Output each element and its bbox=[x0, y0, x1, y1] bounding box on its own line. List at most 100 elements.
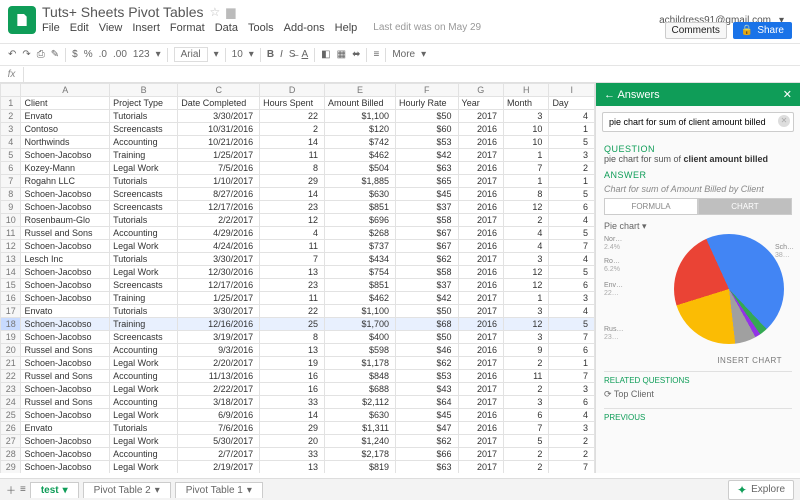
cell[interactable]: Schoen-Jacobso bbox=[21, 357, 110, 370]
cell[interactable]: $63 bbox=[396, 162, 459, 175]
cell[interactable]: 6 bbox=[503, 409, 548, 422]
share-button[interactable]: 🔒Share bbox=[733, 22, 792, 39]
percent-icon[interactable]: % bbox=[84, 49, 93, 60]
undo-icon[interactable]: ↶ bbox=[8, 49, 16, 60]
cell[interactable]: $64 bbox=[396, 396, 459, 409]
cell[interactable]: 1/10/2017 bbox=[178, 175, 260, 188]
cell[interactable]: 7 bbox=[260, 253, 325, 266]
cell[interactable]: 3/30/2017 bbox=[178, 305, 260, 318]
table-row[interactable]: 17EnvatoTutorials3/30/201722$1,100$50201… bbox=[1, 305, 595, 318]
row-header[interactable]: 17 bbox=[1, 305, 21, 318]
cell[interactable]: $1,100 bbox=[324, 110, 395, 123]
row-header[interactable]: 16 bbox=[1, 292, 21, 305]
table-row[interactable]: 11Russel and SonsAccounting4/29/20164$26… bbox=[1, 227, 595, 240]
cell[interactable]: Accounting bbox=[110, 344, 178, 357]
row-header[interactable]: 5 bbox=[1, 149, 21, 162]
cell[interactable]: $1,885 bbox=[324, 175, 395, 188]
cell[interactable]: $2,112 bbox=[324, 396, 395, 409]
cell[interactable]: Schoen-Jacobso bbox=[21, 188, 110, 201]
cell[interactable]: $58 bbox=[396, 266, 459, 279]
cell[interactable]: 12/30/2016 bbox=[178, 266, 260, 279]
cell[interactable]: Tutorials bbox=[110, 253, 178, 266]
cell[interactable]: Schoen-Jacobso bbox=[21, 448, 110, 461]
cell[interactable]: 2017 bbox=[458, 110, 503, 123]
cell[interactable]: 29 bbox=[260, 422, 325, 435]
row-header[interactable]: 3 bbox=[1, 123, 21, 136]
cell[interactable]: $630 bbox=[324, 409, 395, 422]
spreadsheet-grid[interactable]: ABCDEFGHI 1ClientProject TypeDate Comple… bbox=[0, 83, 595, 473]
row-header[interactable]: 10 bbox=[1, 214, 21, 227]
formula-bar[interactable] bbox=[24, 66, 800, 82]
cell[interactable]: $742 bbox=[324, 136, 395, 149]
cell[interactable]: Accounting bbox=[110, 227, 178, 240]
row-header[interactable]: 12 bbox=[1, 240, 21, 253]
table-row[interactable]: 21Schoen-JacobsoLegal Work2/20/201719$1,… bbox=[1, 357, 595, 370]
cell[interactable]: 2 bbox=[260, 123, 325, 136]
cell[interactable]: 2 bbox=[503, 383, 548, 396]
cell[interactable]: 5/30/2017 bbox=[178, 435, 260, 448]
cell[interactable]: Kozey-Mann bbox=[21, 162, 110, 175]
fill-icon[interactable]: ◧ bbox=[321, 49, 330, 60]
row-header[interactable]: 7 bbox=[1, 175, 21, 188]
cell[interactable]: 13 bbox=[260, 344, 325, 357]
cell[interactable]: 16 bbox=[260, 370, 325, 383]
cell[interactable]: 7 bbox=[549, 370, 595, 383]
cell[interactable]: Northwinds bbox=[21, 136, 110, 149]
cell[interactable]: $120 bbox=[324, 123, 395, 136]
menu-file[interactable]: File bbox=[42, 22, 60, 34]
decimal-inc-icon[interactable]: .00 bbox=[113, 49, 127, 60]
table-row[interactable]: 18Schoen-JacobsoTraining12/16/201625$1,7… bbox=[1, 318, 595, 331]
cell[interactable]: Envato bbox=[21, 305, 110, 318]
cell[interactable]: $737 bbox=[324, 240, 395, 253]
cell[interactable]: 4/24/2016 bbox=[178, 240, 260, 253]
cell[interactable]: $2,178 bbox=[324, 448, 395, 461]
cell[interactable]: 5 bbox=[549, 136, 595, 149]
cell[interactable]: 2017 bbox=[458, 305, 503, 318]
cell[interactable]: 3 bbox=[503, 305, 548, 318]
cell[interactable]: 2 bbox=[549, 435, 595, 448]
cell[interactable]: 1 bbox=[503, 292, 548, 305]
cell[interactable]: 1/25/2017 bbox=[178, 149, 260, 162]
cell[interactable]: $45 bbox=[396, 188, 459, 201]
cell[interactable]: Training bbox=[110, 292, 178, 305]
cell[interactable]: Envato bbox=[21, 110, 110, 123]
cell[interactable]: 2017 bbox=[458, 175, 503, 188]
table-row[interactable]: 13Lesch IncTutorials3/30/20177$434$62201… bbox=[1, 253, 595, 266]
cell[interactable]: 1 bbox=[549, 357, 595, 370]
cell[interactable]: Schoen-Jacobso bbox=[21, 149, 110, 162]
col-header[interactable]: A bbox=[21, 84, 110, 97]
cell[interactable]: 2017 bbox=[458, 331, 503, 344]
menu-edit[interactable]: Edit bbox=[70, 22, 89, 34]
cell[interactable]: Tutorials bbox=[110, 422, 178, 435]
decimal-dec-icon[interactable]: .0 bbox=[99, 49, 107, 60]
doc-title[interactable]: Tuts+ Sheets Pivot Tables bbox=[42, 4, 203, 20]
cell[interactable]: 2017 bbox=[458, 461, 503, 474]
cell[interactable]: 11 bbox=[260, 292, 325, 305]
cell[interactable]: $462 bbox=[324, 292, 395, 305]
cell[interactable]: Legal Work bbox=[110, 240, 178, 253]
cell[interactable]: Training bbox=[110, 318, 178, 331]
cell[interactable]: $696 bbox=[324, 214, 395, 227]
cell[interactable]: 6 bbox=[549, 279, 595, 292]
cell[interactable]: 1 bbox=[503, 175, 548, 188]
cell[interactable]: Screencasts bbox=[110, 123, 178, 136]
cell[interactable]: $65 bbox=[396, 175, 459, 188]
cell[interactable]: 2016 bbox=[458, 422, 503, 435]
table-row[interactable]: 20Russel and SonsAccounting9/3/201613$59… bbox=[1, 344, 595, 357]
cell[interactable]: $1,700 bbox=[324, 318, 395, 331]
cell[interactable]: $848 bbox=[324, 370, 395, 383]
col-header[interactable]: E bbox=[324, 84, 395, 97]
cell[interactable]: 3/30/2017 bbox=[178, 110, 260, 123]
cell[interactable]: Project Type bbox=[110, 97, 178, 110]
row-header[interactable]: 24 bbox=[1, 396, 21, 409]
cell[interactable]: Screencasts bbox=[110, 279, 178, 292]
close-icon[interactable]: ✕ bbox=[783, 88, 792, 101]
cell[interactable]: 12/17/2016 bbox=[178, 279, 260, 292]
cell[interactable]: Tutorials bbox=[110, 110, 178, 123]
cell[interactable]: $50 bbox=[396, 110, 459, 123]
insert-chart-button[interactable]: INSERT CHART bbox=[604, 356, 792, 365]
cell[interactable]: 2016 bbox=[458, 188, 503, 201]
table-row[interactable]: 12Schoen-JacobsoLegal Work4/24/201611$73… bbox=[1, 240, 595, 253]
cell[interactable]: 2 bbox=[503, 461, 548, 474]
cell[interactable]: Schoen-Jacobso bbox=[21, 240, 110, 253]
